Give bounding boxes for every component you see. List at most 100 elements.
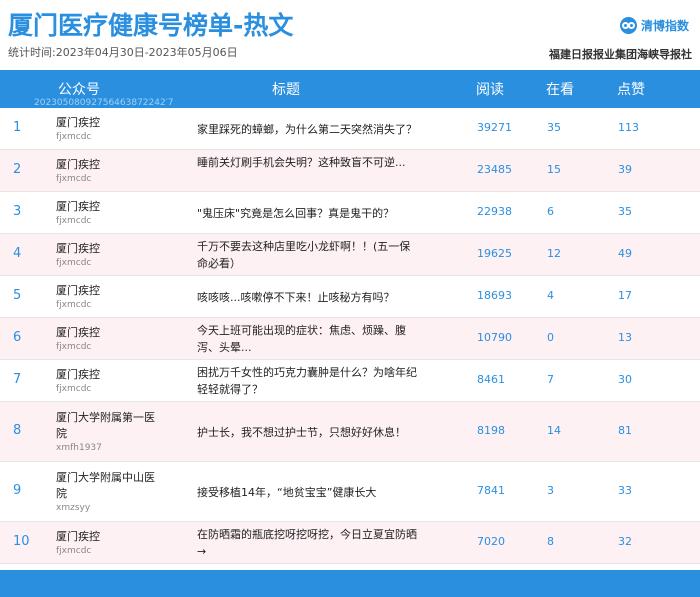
article-title-link[interactable]: 今天上班可能出现的症状：焦虑、烦躁、腹泻、头晕... — [197, 322, 419, 356]
watching-count: 4 — [547, 289, 554, 302]
article-title-link[interactable]: 家里踩死的蟑螂，为什么第二天突然消失了？ — [197, 121, 419, 138]
reads-count: 7841 — [477, 484, 505, 497]
table-header: 公众号 标题 阅读 在看 点赞 20230508092756463872242′… — [0, 70, 700, 108]
table-row[interactable]: 8 厦门大学附属第一医院 xmfh1937 护士长，我不想过护士节，只想好好休息！ 81… — [0, 402, 700, 462]
account-id: fjxmcdc — [56, 257, 92, 268]
watching-count: 0 — [547, 331, 554, 344]
rank-number: 10 — [13, 534, 30, 549]
account-name[interactable]: 厦门疾控 — [56, 241, 156, 257]
publisher: 福建日报报业集团海峡导报社 — [549, 48, 692, 61]
account-cell: 厦门大学附属第一医院 xmfh1937 — [56, 410, 156, 455]
rank-number: 4 — [13, 246, 22, 261]
likes-count: 30 — [618, 373, 632, 386]
ranking-table: 公众号 标题 阅读 在看 点赞 20230508092756463872242′… — [0, 70, 700, 597]
table-row[interactable]: 3 厦门疾控 fjxmcdc "鬼压床"究竟是怎么回事？真是鬼干的？ 22938 6 35 — [0, 192, 700, 234]
account-id: fjxmcdc — [56, 131, 92, 142]
table-row[interactable]: 7 厦门疾控 fjxmcdc 困扰万千女性的巧克力囊肿是什么？为啥年纪轻轻就得了？ 84… — [0, 360, 700, 402]
likes-count: 32 — [618, 535, 632, 548]
reads-count: 23485 — [477, 163, 512, 176]
likes-count: 49 — [618, 247, 632, 260]
table-row[interactable]: 5 厦门疾控 fjxmcdc 咳咳咳...咳嗽停不下来！止咳秘方有吗？ 18693 4 17 — [0, 276, 700, 318]
account-cell: 厦门疾控 fjxmcdc — [56, 115, 156, 144]
account-id: fjxmcdc — [56, 383, 92, 394]
reads-count: 7020 — [477, 535, 505, 548]
article-title-link[interactable]: 千万不要去这种店里吃小龙虾啊！！(五一保命必看） — [197, 238, 419, 272]
account-cell: 厦门疾控 fjxmcdc — [56, 529, 156, 558]
footer-bar — [0, 570, 700, 597]
reads-count: 10790 — [477, 331, 512, 344]
rank-number: 7 — [13, 372, 22, 387]
account-name[interactable]: 厦门大学附属中山医院 — [56, 470, 156, 502]
reads-count: 22938 — [477, 205, 512, 218]
watermark: 20230508092756463872242′7 — [34, 98, 174, 108]
account-id: fjxmcdc — [56, 173, 92, 184]
likes-count: 13 — [618, 331, 632, 344]
qingbo-logo-icon — [620, 17, 637, 34]
rank-number: 9 — [13, 483, 22, 498]
likes-count: 113 — [618, 121, 639, 134]
table-row[interactable]: 10 厦门疾控 fjxmcdc 在防晒霜的瓶底挖呀挖呀挖，今日立夏宜防晒→ 7020 8 3… — [0, 522, 700, 564]
rank-number: 5 — [13, 288, 22, 303]
article-title-link[interactable]: "鬼压床"究竟是怎么回事？真是鬼干的？ — [197, 205, 419, 222]
likes-count: 17 — [618, 289, 632, 302]
account-id: xmfh1937 — [56, 442, 102, 453]
account-id: xmzsyy — [56, 502, 91, 513]
watching-count: 12 — [547, 247, 561, 260]
account-cell: 厦门疾控 fjxmcdc — [56, 283, 156, 312]
rank-number: 8 — [13, 423, 22, 438]
article-title-link[interactable]: 在防晒霜的瓶底挖呀挖呀挖，今日立夏宜防晒→ — [197, 526, 419, 560]
watching-count: 3 — [547, 484, 554, 497]
reads-count: 19625 — [477, 247, 512, 260]
account-id: fjxmcdc — [56, 215, 92, 226]
watching-count: 6 — [547, 205, 554, 218]
brand-name: 清博指数 — [641, 19, 690, 33]
article-title-link[interactable]: 护士长，我不想过护士节，只想好好休息！ — [197, 424, 419, 441]
reads-count: 39271 — [477, 121, 512, 134]
account-name[interactable]: 厦门疾控 — [56, 283, 156, 299]
watching-count: 14 — [547, 424, 561, 437]
table-row[interactable]: 4 厦门疾控 fjxmcdc 千万不要去这种店里吃小龙虾啊！！(五一保命必看） 1962… — [0, 234, 700, 276]
article-title-link[interactable]: 接受移植14年，“地贫宝宝”健康长大 — [197, 484, 419, 501]
table-row[interactable]: 2 厦门疾控 fjxmcdc 睡前关灯刷手机会失明？这种致盲不可逆... 23485 15… — [0, 150, 700, 192]
account-name[interactable]: 厦门大学附属第一医院 — [56, 410, 156, 442]
watching-count: 15 — [547, 163, 561, 176]
account-name[interactable]: 厦门疾控 — [56, 157, 156, 173]
account-name[interactable]: 厦门疾控 — [56, 115, 156, 131]
brand: 清博指数 — [620, 17, 689, 34]
account-name[interactable]: 厦门疾控 — [56, 199, 156, 215]
rank-number: 6 — [13, 330, 22, 345]
column-header-watching: 在看 — [546, 82, 574, 98]
account-id: fjxmcdc — [56, 299, 92, 310]
watching-count: 7 — [547, 373, 554, 386]
reads-count: 8198 — [477, 424, 505, 437]
watching-count: 35 — [547, 121, 561, 134]
account-id: fjxmcdc — [56, 545, 92, 556]
account-name[interactable]: 厦门疾控 — [56, 529, 156, 545]
table-row[interactable]: 6 厦门疾控 fjxmcdc 今天上班可能出现的症状：焦虑、烦躁、腹泻、头晕... 10… — [0, 318, 700, 360]
account-cell: 厦门疾控 fjxmcdc — [56, 241, 156, 270]
reads-count: 18693 — [477, 289, 512, 302]
article-title-link[interactable]: 咳咳咳...咳嗽停不下来！止咳秘方有吗？ — [197, 289, 419, 306]
account-name[interactable]: 厦门疾控 — [56, 367, 156, 383]
account-cell: 厦门疾控 fjxmcdc — [56, 367, 156, 396]
account-cell: 厦门疾控 fjxmcdc — [56, 325, 156, 354]
header: 厦门医疗健康号榜单-热文 统计时间:2023年04月30日-2023年05月06… — [0, 0, 700, 70]
table-row[interactable]: 1 厦门疾控 fjxmcdc 家里踩死的蟑螂，为什么第二天突然消失了？ 39271 35 1… — [0, 108, 700, 150]
likes-count: 39 — [618, 163, 632, 176]
column-header-likes: 点赞 — [617, 82, 645, 98]
page-title: 厦门医疗健康号榜单-热文 — [8, 11, 294, 40]
table-row[interactable]: 9 厦门大学附属中山医院 xmzsyy 接受移植14年，“地贫宝宝”健康长大 7841 3… — [0, 462, 700, 522]
column-header-account: 公众号 — [58, 82, 100, 98]
article-title-link[interactable]: 困扰万千女性的巧克力囊肿是什么？为啥年纪轻轻就得了？ — [197, 364, 419, 398]
rank-number: 2 — [13, 162, 22, 177]
account-id: fjxmcdc — [56, 341, 92, 352]
column-header-title: 标题 — [272, 82, 300, 98]
account-cell: 厦门疾控 fjxmcdc — [56, 199, 156, 228]
watching-count: 8 — [547, 535, 554, 548]
likes-count: 35 — [618, 205, 632, 218]
likes-count: 81 — [618, 424, 632, 437]
account-cell: 厦门大学附属中山医院 xmzsyy — [56, 470, 156, 515]
account-name[interactable]: 厦门疾控 — [56, 325, 156, 341]
statistics-period: 统计时间:2023年04月30日-2023年05月06日 — [8, 46, 238, 59]
article-title-link[interactable]: 睡前关灯刷手机会失明？这种致盲不可逆... — [197, 154, 419, 171]
